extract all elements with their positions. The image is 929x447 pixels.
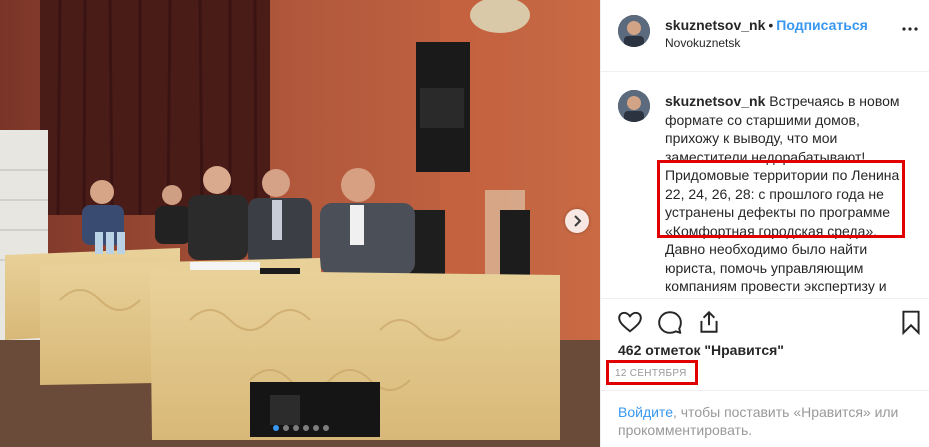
comment-icon [658,311,682,334]
post-caption: skuznetsov_nk Встречаясь в новом формате… [665,92,917,296]
avatar[interactable] [618,15,650,47]
post-side-panel: skuznetsov_nk • Подписаться Novokuznetsk s… [600,0,929,447]
caption-username[interactable]: skuznetsov_nk [665,93,765,109]
login-link[interactable]: Войдите [618,404,673,420]
likes-count[interactable]: 462 отметок "Нравится" [618,342,784,358]
action-bar [601,298,929,338]
avatar[interactable] [618,90,650,122]
heart-icon [618,311,642,333]
post-date[interactable]: 12 СЕНТЯБРЯ [615,368,687,379]
meeting-photo-illustration [0,0,600,447]
caption-text: Встречаясь в новом формате со старшими д… [665,93,900,294]
username-link[interactable]: skuznetsov_nk [665,17,765,33]
instagram-post: skuznetsov_nk • Подписаться Novokuznetsk s… [0,0,929,447]
location-link[interactable]: Novokuznetsk [665,36,740,50]
post-photo[interactable] [0,0,600,447]
bookmark-icon [902,310,920,335]
carousel-indicator [0,425,600,431]
login-prompt: Войдите, чтобы поставить «Нравится» или … [601,390,929,447]
profile-photo-icon [618,90,650,122]
carousel-dot [323,425,329,431]
carousel-dot [303,425,309,431]
header-user-line: skuznetsov_nk • Подписаться [665,17,868,33]
save-button[interactable] [898,309,924,335]
more-icon [902,27,918,31]
like-button[interactable] [617,309,643,335]
follow-button[interactable]: Подписаться [776,17,868,33]
separator: • [768,17,774,33]
chevron-right-icon [574,215,582,227]
carousel-dot [313,425,319,431]
comment-button[interactable] [657,309,683,335]
next-slide-button[interactable] [565,209,589,233]
carousel-dot [293,425,299,431]
share-icon [700,310,718,333]
profile-photo-icon [618,15,650,47]
comments-area: skuznetsov_nk Встречаясь в новом формате… [601,72,929,298]
more-options-button[interactable] [901,20,919,38]
carousel-dot [283,425,289,431]
carousel-dot [273,425,279,431]
post-header: skuznetsov_nk • Подписаться Novokuznetsk [601,0,929,72]
share-button[interactable] [696,309,722,335]
